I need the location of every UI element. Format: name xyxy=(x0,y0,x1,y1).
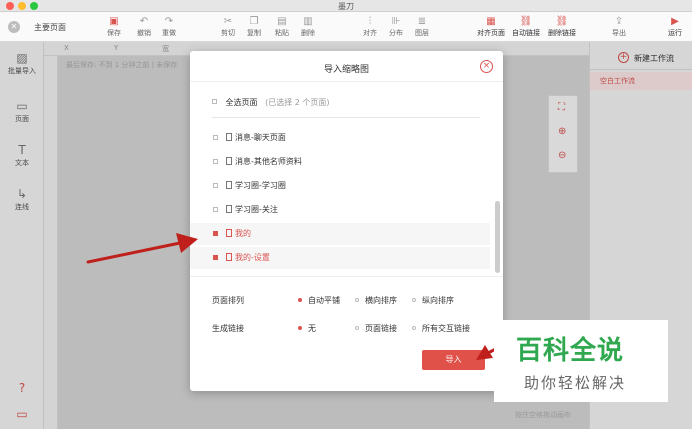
watermark-title: 百科全说 xyxy=(516,336,625,366)
watermark-subtitle: 助你轻松解决 xyxy=(524,374,627,392)
arrow-line-left xyxy=(86,241,182,264)
arrow-head-left xyxy=(176,233,198,253)
watermark-logo: 百科全说 助你轻松解决 xyxy=(494,320,668,402)
